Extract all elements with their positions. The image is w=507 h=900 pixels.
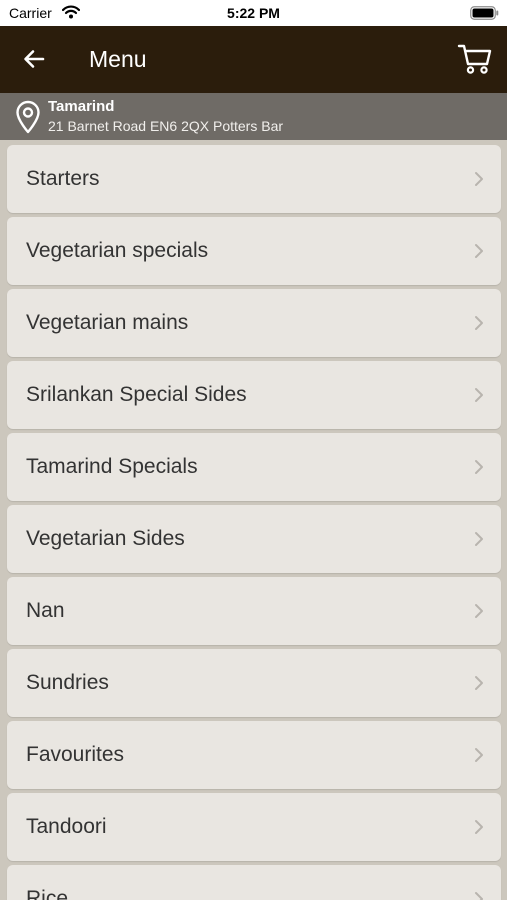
menu-category-rice[interactable]: Rice: [7, 865, 501, 900]
menu-category-vegetarian-specials[interactable]: Vegetarian specials: [7, 217, 501, 285]
menu-category-tamarind-specials[interactable]: Tamarind Specials: [7, 433, 501, 501]
nav-bar: Menu: [0, 26, 507, 93]
menu-category-label: Starters: [26, 167, 100, 190]
menu-category-starters[interactable]: Starters: [7, 145, 501, 213]
menu-category-label: Vegetarian specials: [26, 239, 209, 262]
cart-icon[interactable]: [457, 43, 493, 75]
location-pin-icon: [16, 100, 40, 134]
chevron-right-icon: [475, 460, 483, 474]
menu-category-label: Srilankan Special Sides: [26, 383, 247, 406]
chevron-right-icon: [475, 892, 483, 900]
menu-category-vegetarian-sides[interactable]: Vegetarian Sides: [7, 505, 501, 573]
menu-category-favourites[interactable]: Favourites: [7, 721, 501, 789]
chevron-right-icon: [475, 820, 483, 834]
menu-category-label: Rice: [26, 887, 69, 900]
menu-category-sundries[interactable]: Sundries: [7, 649, 501, 717]
status-bar: Carrier 5:22 PM: [0, 0, 507, 26]
chevron-right-icon: [475, 676, 483, 690]
chevron-right-icon: [475, 604, 483, 618]
restaurant-name: Tamarind: [48, 98, 115, 115]
menu-category-label: Nan: [26, 599, 65, 622]
menu-category-label: Vegetarian Sides: [26, 527, 185, 550]
menu-category-label: Tamarind Specials: [26, 455, 198, 478]
menu-category-label: Tandoori: [26, 815, 107, 838]
menu-category-tandoori[interactable]: Tandoori: [7, 793, 501, 861]
menu-category-srilankan-special-sides[interactable]: Srilankan Special Sides: [7, 361, 501, 429]
status-time: 5:22 PM: [227, 5, 280, 21]
menu-screen: Carrier 5:22 PM Menu Tamarind 21 Barnet …: [0, 0, 507, 900]
menu-category-vegetarian-mains[interactable]: Vegetarian mains: [7, 289, 501, 357]
chevron-right-icon: [475, 388, 483, 402]
page-title: Menu: [89, 46, 147, 72]
restaurant-address: 21 Barnet Road EN6 2QX Potters Bar: [48, 118, 284, 134]
menu-category-label: Favourites: [26, 743, 125, 766]
chevron-right-icon: [475, 316, 483, 330]
battery-icon: [470, 6, 499, 20]
menu-category-label: Sundries: [26, 671, 109, 694]
restaurant-location-bar: Tamarind 21 Barnet Road EN6 2QX Potters …: [0, 93, 507, 140]
chevron-right-icon: [475, 244, 483, 258]
menu-category-label: Vegetarian mains: [26, 311, 189, 334]
chevron-right-icon: [475, 532, 483, 546]
menu-category-nan[interactable]: Nan: [7, 577, 501, 645]
back-arrow-icon[interactable]: [22, 47, 46, 71]
chevron-right-icon: [475, 172, 483, 186]
chevron-right-icon: [475, 748, 483, 762]
